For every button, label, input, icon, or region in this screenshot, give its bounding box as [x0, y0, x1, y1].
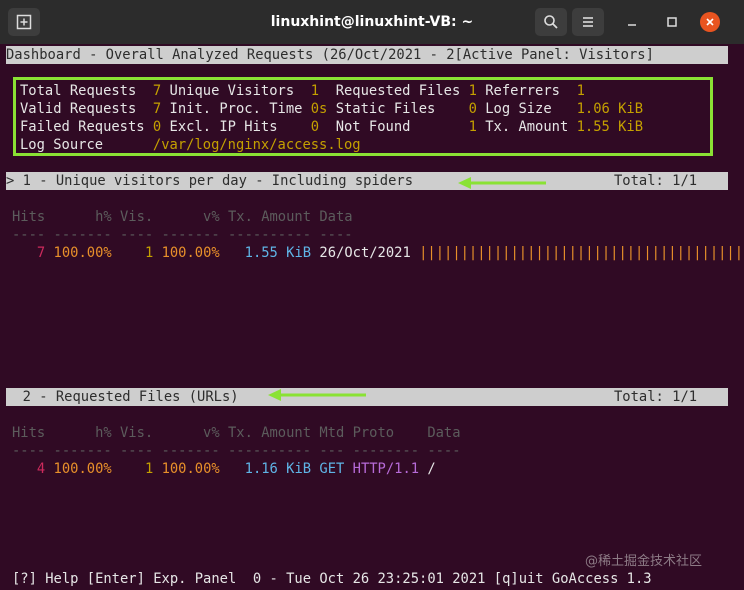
hits-percent: 100.00% [53, 461, 112, 477]
stat-value: 7 [152, 83, 162, 99]
visitors-value: 1 [144, 245, 154, 261]
stat-label: Log Size [485, 101, 577, 117]
visitors-percent: 100.00% [161, 245, 220, 261]
log-source-label: Log Source [20, 137, 104, 153]
search-button[interactable] [535, 8, 567, 36]
minimize-button[interactable] [622, 12, 642, 32]
stat-value: 1 [576, 83, 585, 99]
tx-amount: 1.55 KiB [244, 245, 312, 261]
window-title: linuxhint@linuxhint-VB: ~ [270, 14, 474, 30]
visitors-value: 1 [144, 461, 154, 477]
log-source-row: Log Source /var/log/nginx/access.log [20, 136, 361, 154]
panel-2-column-header: Hits h% Vis. v% Tx. Amount Mtd Proto Dat… [12, 425, 461, 441]
stat-value: 1 [310, 83, 320, 99]
panel-1-title: > 1 - Unique visitors per day - Includin… [6, 173, 414, 189]
stat-value: 1.06 KiB [576, 101, 644, 117]
stats-row-3: Failed Requests 0 Excl. IP Hits 0 Not Fo… [20, 118, 643, 136]
menu-button[interactable] [572, 8, 604, 36]
terminal-window: linuxhint@linuxhint-VB: ~ Dashboard - Ov… [0, 0, 744, 590]
panel-1-total: Total: 1/1 [614, 173, 698, 189]
stat-label: Referrers [485, 83, 577, 99]
stat-label: Init. Proc. Time [169, 101, 311, 117]
protocol-value: HTTP/1.1 [352, 461, 420, 477]
panel-2-total: Total: 1/1 [614, 389, 698, 405]
watermark: @稀土掘金技术社区 [585, 554, 703, 569]
panel-1-column-header: Hits h% Vis. v% Tx. Amount Data [12, 209, 353, 225]
stat-label: Requested Files [335, 83, 469, 99]
stats-row-1: Total Requests 7 Unique Visitors 1 Reque… [20, 82, 585, 100]
dashboard-header-bar: Dashboard - Overall Analyzed Requests (2… [6, 46, 728, 64]
close-button[interactable] [700, 12, 720, 32]
panel-1-row[interactable]: 7 100.00% 1 100.00% 1.55 KiB 26/Oct/2021… [12, 244, 744, 262]
status-footer: [?] Help [Enter] Exp. Panel 0 - Tue Oct … [12, 571, 652, 587]
stat-label: Failed Requests [20, 119, 153, 135]
title-bar: linuxhint@linuxhint-VB: ~ [0, 0, 744, 44]
date-value: 26/Oct/2021 [319, 245, 411, 261]
stat-value: 7 [152, 101, 162, 117]
stat-label: Valid Requests [20, 101, 153, 117]
arrow-annotation-icon [268, 389, 366, 401]
panel-1-separator: ---- ------- ---- ------- ---------- ---… [12, 227, 353, 243]
tx-amount: 1.16 KiB [244, 461, 312, 477]
stats-row-2: Valid Requests 7 Init. Proc. Time 0s Sta… [20, 100, 643, 118]
stat-label: Static Files [335, 101, 469, 117]
maximize-button[interactable] [662, 12, 682, 32]
minimize-icon [628, 24, 636, 26]
stat-value: 0s [310, 101, 328, 117]
panel-2-row[interactable]: 4 100.00% 1 100.00% 1.16 KiB GET HTTP/1.… [12, 460, 436, 478]
panel-2-title: 2 - Requested Files (URLs) [6, 389, 239, 405]
new-tab-icon [16, 14, 32, 30]
terminal-content[interactable]: Dashboard - Overall Analyzed Requests (2… [0, 44, 744, 590]
visitors-percent: 100.00% [161, 461, 220, 477]
stat-value: 0 [468, 101, 477, 117]
close-icon [706, 18, 714, 26]
stat-label: Total Requests [20, 83, 153, 99]
stat-value: 1.55 KiB [576, 119, 644, 135]
stat-value: 0 [152, 119, 162, 135]
hits-value: 7 [36, 245, 46, 261]
method-value: GET [319, 461, 345, 477]
arrow-annotation-icon [458, 177, 546, 189]
hits-percent: 100.00% [53, 245, 112, 261]
stat-value: 0 [310, 119, 320, 135]
search-icon [544, 15, 558, 29]
panel-2-separator: ---- ------- ---- ------- ---------- ---… [12, 443, 461, 459]
panel-1-title-bar[interactable]: > 1 - Unique visitors per day - Includin… [6, 172, 728, 190]
url-value: / [427, 461, 436, 477]
stat-label: Excl. IP Hits [169, 119, 311, 135]
stat-label: Unique Visitors [169, 83, 311, 99]
maximize-icon [667, 17, 677, 27]
log-source-value: /var/log/nginx/access.log [152, 137, 361, 153]
hits-bar: |||||||||||||||||||||||||||||||||||||||| [419, 245, 744, 261]
hits-value: 4 [36, 461, 46, 477]
stat-label: Tx. Amount [485, 119, 577, 135]
stat-value: 1 [468, 83, 477, 99]
stat-label: Not Found [335, 119, 469, 135]
stat-value: 1 [468, 119, 477, 135]
hamburger-menu-icon [583, 17, 593, 27]
new-tab-button[interactable] [8, 8, 40, 36]
